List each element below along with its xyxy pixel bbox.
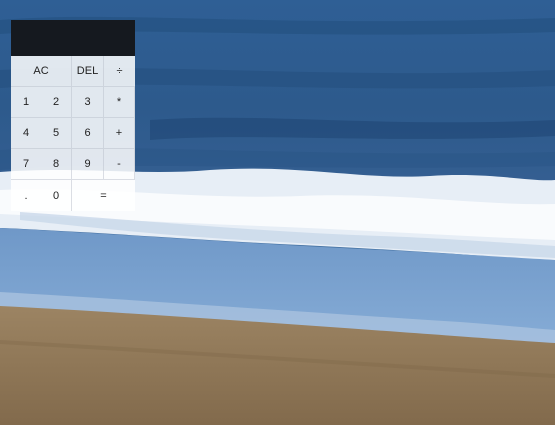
minus-button[interactable]: - — [104, 149, 135, 180]
calculator-display — [11, 20, 135, 56]
digit-0-button[interactable]: 0 — [41, 180, 72, 211]
digit-4-button[interactable]: 4 — [11, 118, 41, 149]
calculator-keypad: AC DEL ÷ 1 2 3 * 4 5 6 + 7 8 9 - . 0 = — [11, 56, 135, 211]
digit-7-button[interactable]: 7 — [11, 149, 41, 180]
digit-3-button[interactable]: 3 — [72, 87, 104, 118]
digit-5-button[interactable]: 5 — [41, 118, 72, 149]
digit-2-button[interactable]: 2 — [41, 87, 72, 118]
digit-6-button[interactable]: 6 — [72, 118, 104, 149]
plus-button[interactable]: + — [104, 118, 135, 149]
delete-button[interactable]: DEL — [72, 56, 104, 87]
digit-8-button[interactable]: 8 — [41, 149, 72, 180]
divide-button[interactable]: ÷ — [104, 56, 135, 87]
digit-1-button[interactable]: 1 — [11, 87, 41, 118]
calculator-widget: AC DEL ÷ 1 2 3 * 4 5 6 + 7 8 9 - . 0 = — [11, 20, 135, 211]
decimal-point-button[interactable]: . — [11, 180, 41, 211]
multiply-button[interactable]: * — [104, 87, 135, 118]
all-clear-button[interactable]: AC — [11, 56, 72, 87]
digit-9-button[interactable]: 9 — [72, 149, 104, 180]
equals-button[interactable]: = — [72, 180, 135, 211]
